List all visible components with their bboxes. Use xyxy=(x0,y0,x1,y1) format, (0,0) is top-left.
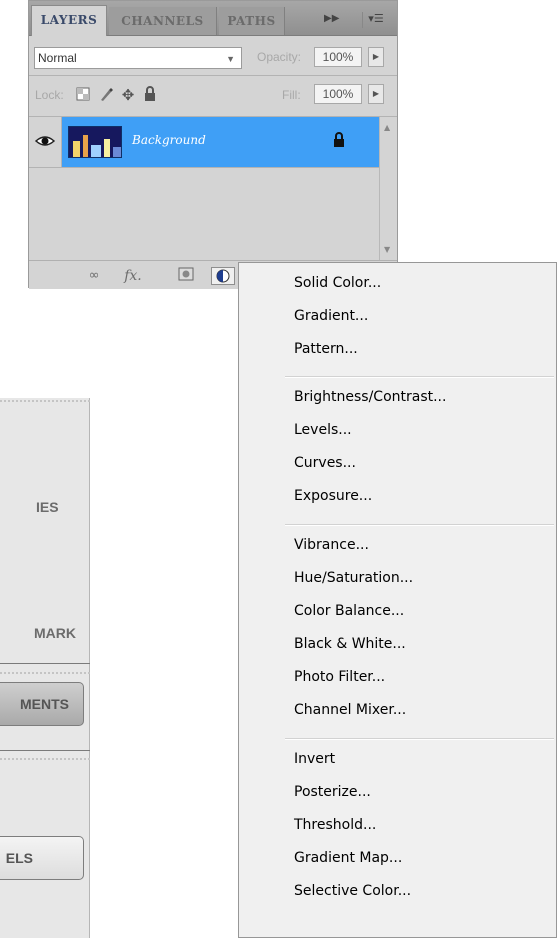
fill-slider-arrow-icon[interactable]: ▶ xyxy=(368,84,384,104)
lock-image-pixels-icon[interactable] xyxy=(97,86,115,104)
lock-icon xyxy=(334,132,344,147)
menu-item-gradient[interactable]: Gradient... xyxy=(294,308,368,324)
adjustment-layer-menu: Solid Color... Gradient... Pattern... Br… xyxy=(238,262,557,938)
side-panel-button[interactable]: MENTS xyxy=(0,682,84,726)
opacity-label: Opacity: xyxy=(257,50,302,64)
scroll-down-icon[interactable]: ▼ xyxy=(384,245,390,254)
lock-fill-row: Lock: ✥ Fill: 100% ▶ xyxy=(29,76,397,117)
menu-item-solid-color[interactable]: Solid Color... xyxy=(294,275,381,291)
menu-item-color-balance[interactable]: Color Balance... xyxy=(294,603,404,619)
layer-name: Background xyxy=(132,133,206,147)
dotted-divider xyxy=(0,672,90,674)
chevron-down-icon: ▼ xyxy=(226,54,235,64)
menu-item-pattern[interactable]: Pattern... xyxy=(294,341,358,357)
menu-separator xyxy=(285,524,554,526)
menu-item-invert[interactable]: Invert xyxy=(294,751,335,767)
panel-menu-icon[interactable]: ▾☰ xyxy=(362,12,389,28)
lock-position-icon[interactable]: ✥ xyxy=(119,86,137,104)
link-icon[interactable]: ∞ xyxy=(83,267,105,285)
side-label: IES xyxy=(36,499,59,515)
panel-tabbar: LAYERS CHANNELS PATHS ▶▶ ▾☰ xyxy=(29,1,397,36)
layers-scrollbar[interactable]: ▲ ▼ xyxy=(379,117,397,260)
menu-item-exposure[interactable]: Exposure... xyxy=(294,488,372,504)
opacity-slider-arrow-icon[interactable]: ▶ xyxy=(368,47,384,67)
menu-item-curves[interactable]: Curves... xyxy=(294,455,356,471)
background-side-panel: IES MARK MENTS ELS xyxy=(0,398,90,938)
dotted-divider xyxy=(0,400,90,402)
eye-icon xyxy=(35,136,55,146)
visibility-toggle[interactable] xyxy=(29,117,62,167)
layer-selected-row[interactable]: Background xyxy=(62,117,379,167)
menu-item-vibrance[interactable]: Vibrance... xyxy=(294,537,369,553)
scroll-up-icon[interactable]: ▲ xyxy=(384,123,390,132)
menu-item-black-white[interactable]: Black & White... xyxy=(294,636,406,652)
dotted-divider xyxy=(0,758,90,760)
tab-paths[interactable]: PATHS xyxy=(219,7,285,35)
double-right-arrow-icon[interactable]: ▶▶ xyxy=(324,13,339,24)
blend-opacity-row: Normal ▼ Opacity: 100% ▶ xyxy=(29,39,397,76)
menu-item-threshold[interactable]: Threshold... xyxy=(294,817,376,833)
lock-transparent-pixels-icon[interactable] xyxy=(74,86,92,104)
side-label: MARK xyxy=(34,625,76,641)
layers-panel: LAYERS CHANNELS PATHS ▶▶ ▾☰ Normal ▼ Opa… xyxy=(28,0,398,289)
layer-row[interactable]: Background xyxy=(29,117,379,168)
blend-mode-value: Normal xyxy=(38,51,77,65)
menu-item-photo-filter[interactable]: Photo Filter... xyxy=(294,669,385,685)
menu-separator xyxy=(285,738,554,740)
lock-all-icon[interactable] xyxy=(141,86,159,104)
divider-line xyxy=(0,750,90,751)
opacity-field[interactable]: 100% xyxy=(314,47,362,67)
adjustment-layer-icon[interactable] xyxy=(211,267,235,285)
tab-channels[interactable]: CHANNELS xyxy=(109,7,217,35)
fill-field[interactable]: 100% xyxy=(314,84,362,104)
menu-item-hue-saturation[interactable]: Hue/Saturation... xyxy=(294,570,413,586)
menu-item-levels[interactable]: Levels... xyxy=(294,422,352,438)
menu-item-gradient-map[interactable]: Gradient Map... xyxy=(294,850,402,866)
mask-icon[interactable] xyxy=(177,267,195,285)
tab-layers[interactable]: LAYERS xyxy=(31,5,107,36)
layer-thumbnail xyxy=(68,126,122,158)
fill-label: Fill: xyxy=(282,88,301,102)
menu-item-posterize[interactable]: Posterize... xyxy=(294,784,371,800)
blend-mode-select[interactable]: Normal ▼ xyxy=(34,47,242,69)
menu-item-brightness-contrast[interactable]: Brightness/Contrast... xyxy=(294,389,446,405)
side-panel-button[interactable]: ELS xyxy=(0,836,84,880)
menu-separator xyxy=(285,376,554,378)
layers-list: Background xyxy=(29,117,379,260)
menu-item-channel-mixer[interactable]: Channel Mixer... xyxy=(294,702,406,718)
lock-label: Lock: xyxy=(35,88,64,102)
divider-line xyxy=(0,663,90,664)
menu-item-selective-color[interactable]: Selective Color... xyxy=(294,883,411,899)
fx-icon[interactable]: fx. xyxy=(121,267,145,285)
